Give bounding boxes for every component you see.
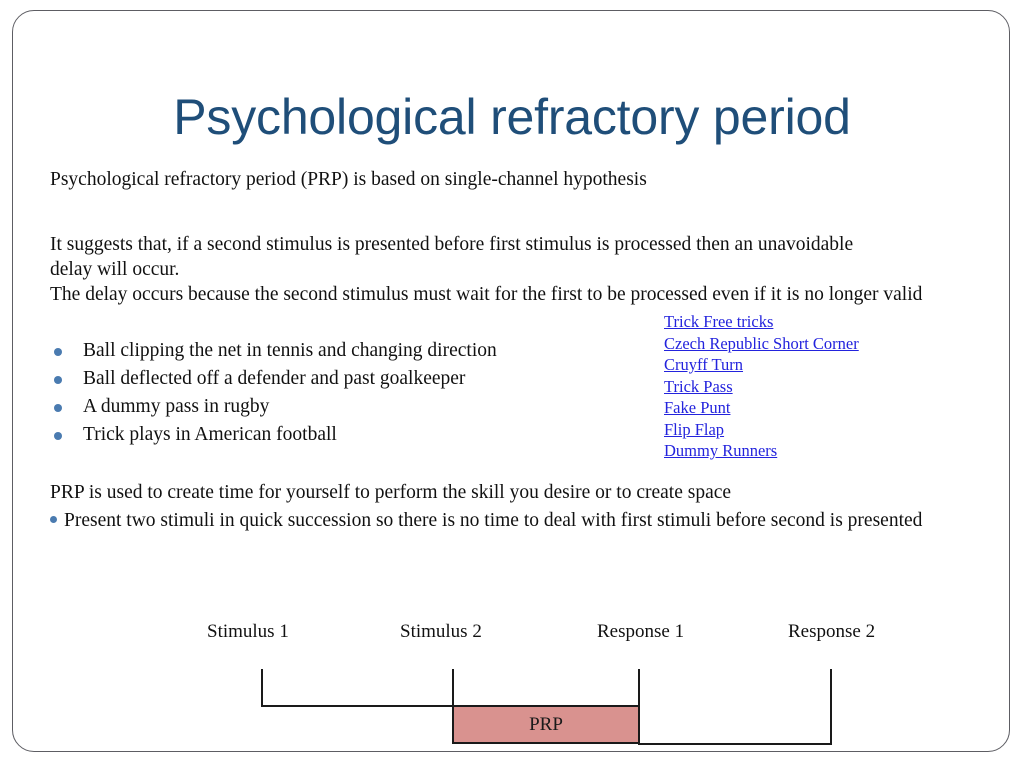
list-item: Fake Punt [664, 397, 914, 419]
bullet-dot-icon [54, 376, 62, 384]
list-item: Dummy Runners [664, 440, 914, 462]
diagram-vline-response-1 [638, 669, 640, 707]
bullet-dot-icon [54, 432, 62, 440]
page-title: Psychological refractory period [173, 89, 851, 145]
diagram-label-response-2: Response 2 [788, 621, 876, 642]
list-item: A dummy pass in rugby [50, 393, 650, 421]
paragraph-intro: Psychological refractory period (PRP) is… [50, 169, 647, 190]
diagram-vline-response-2 [830, 669, 832, 745]
prp-box-label: PRP [529, 713, 563, 735]
list-item-label: Ball clipping the net in tennis and chan… [83, 340, 497, 361]
link-trick-free-tricks[interactable]: Trick Free tricks [664, 312, 773, 331]
paragraph-present-text: Present two stimuli in quick succession … [64, 510, 923, 531]
list-item: Ball clipping the net in tennis and chan… [50, 337, 650, 365]
diagram-label-stimulus-2: Stimulus 2 [400, 621, 482, 642]
list-item: Cruyff Turn [664, 354, 914, 376]
list-item: Czech Republic Short Corner [664, 333, 914, 355]
slide-canvas: Psychological refractory period Psycholo… [0, 0, 1024, 768]
list-item: Trick Free tricks [664, 311, 914, 333]
prp-duration-box: PRP [452, 705, 640, 744]
diagram-vline-stimulus-2 [452, 669, 454, 707]
link-flip-flap[interactable]: Flip Flap [664, 420, 724, 439]
link-cruyff-turn[interactable]: Cruyff Turn [664, 355, 743, 374]
diagram-hline-response-1-to-2 [638, 743, 832, 745]
list-item-label: Ball deflected off a defender and past g… [83, 368, 466, 389]
hyperlink-list: Trick Free tricks Czech Republic Short C… [664, 311, 914, 462]
list-item: Trick plays in American football [50, 421, 650, 449]
list-item: Flip Flap [664, 419, 914, 441]
bullet-dot-icon [50, 516, 57, 524]
paragraph-prp-use: PRP is used to create time for yourself … [50, 482, 732, 503]
diagram-vline-stimulus-1 [261, 669, 263, 707]
list-item: Ball deflected off a defender and past g… [50, 365, 650, 393]
list-item: Trick Pass [664, 376, 914, 398]
examples-list: Ball clipping the net in tennis and chan… [50, 337, 650, 449]
link-czech-republic-short-corner[interactable]: Czech Republic Short Corner [664, 334, 859, 353]
list-item-label: Trick plays in American football [83, 424, 337, 445]
list-item-label: A dummy pass in rugby [83, 396, 270, 417]
link-dummy-runners[interactable]: Dummy Runners [664, 441, 777, 460]
paragraph-present: Present two stimuli in quick succession … [50, 508, 930, 533]
prp-timeline-diagram: Stimulus 1 Stimulus 2 Response 1 Respons… [0, 600, 1024, 760]
diagram-label-stimulus-1: Stimulus 1 [207, 621, 289, 642]
paragraph-suggests: It suggests that, if a second stimulus i… [50, 234, 854, 280]
link-trick-pass[interactable]: Trick Pass [664, 377, 733, 396]
diagram-label-response-1: Response 1 [597, 621, 685, 642]
bullet-dot-icon [54, 404, 62, 412]
bullet-dot-icon [54, 348, 62, 356]
link-fake-punt[interactable]: Fake Punt [664, 398, 730, 417]
paragraph-delay: The delay occurs because the second stim… [50, 284, 923, 305]
diagram-hline-stimulus-1-to-2 [261, 705, 454, 707]
